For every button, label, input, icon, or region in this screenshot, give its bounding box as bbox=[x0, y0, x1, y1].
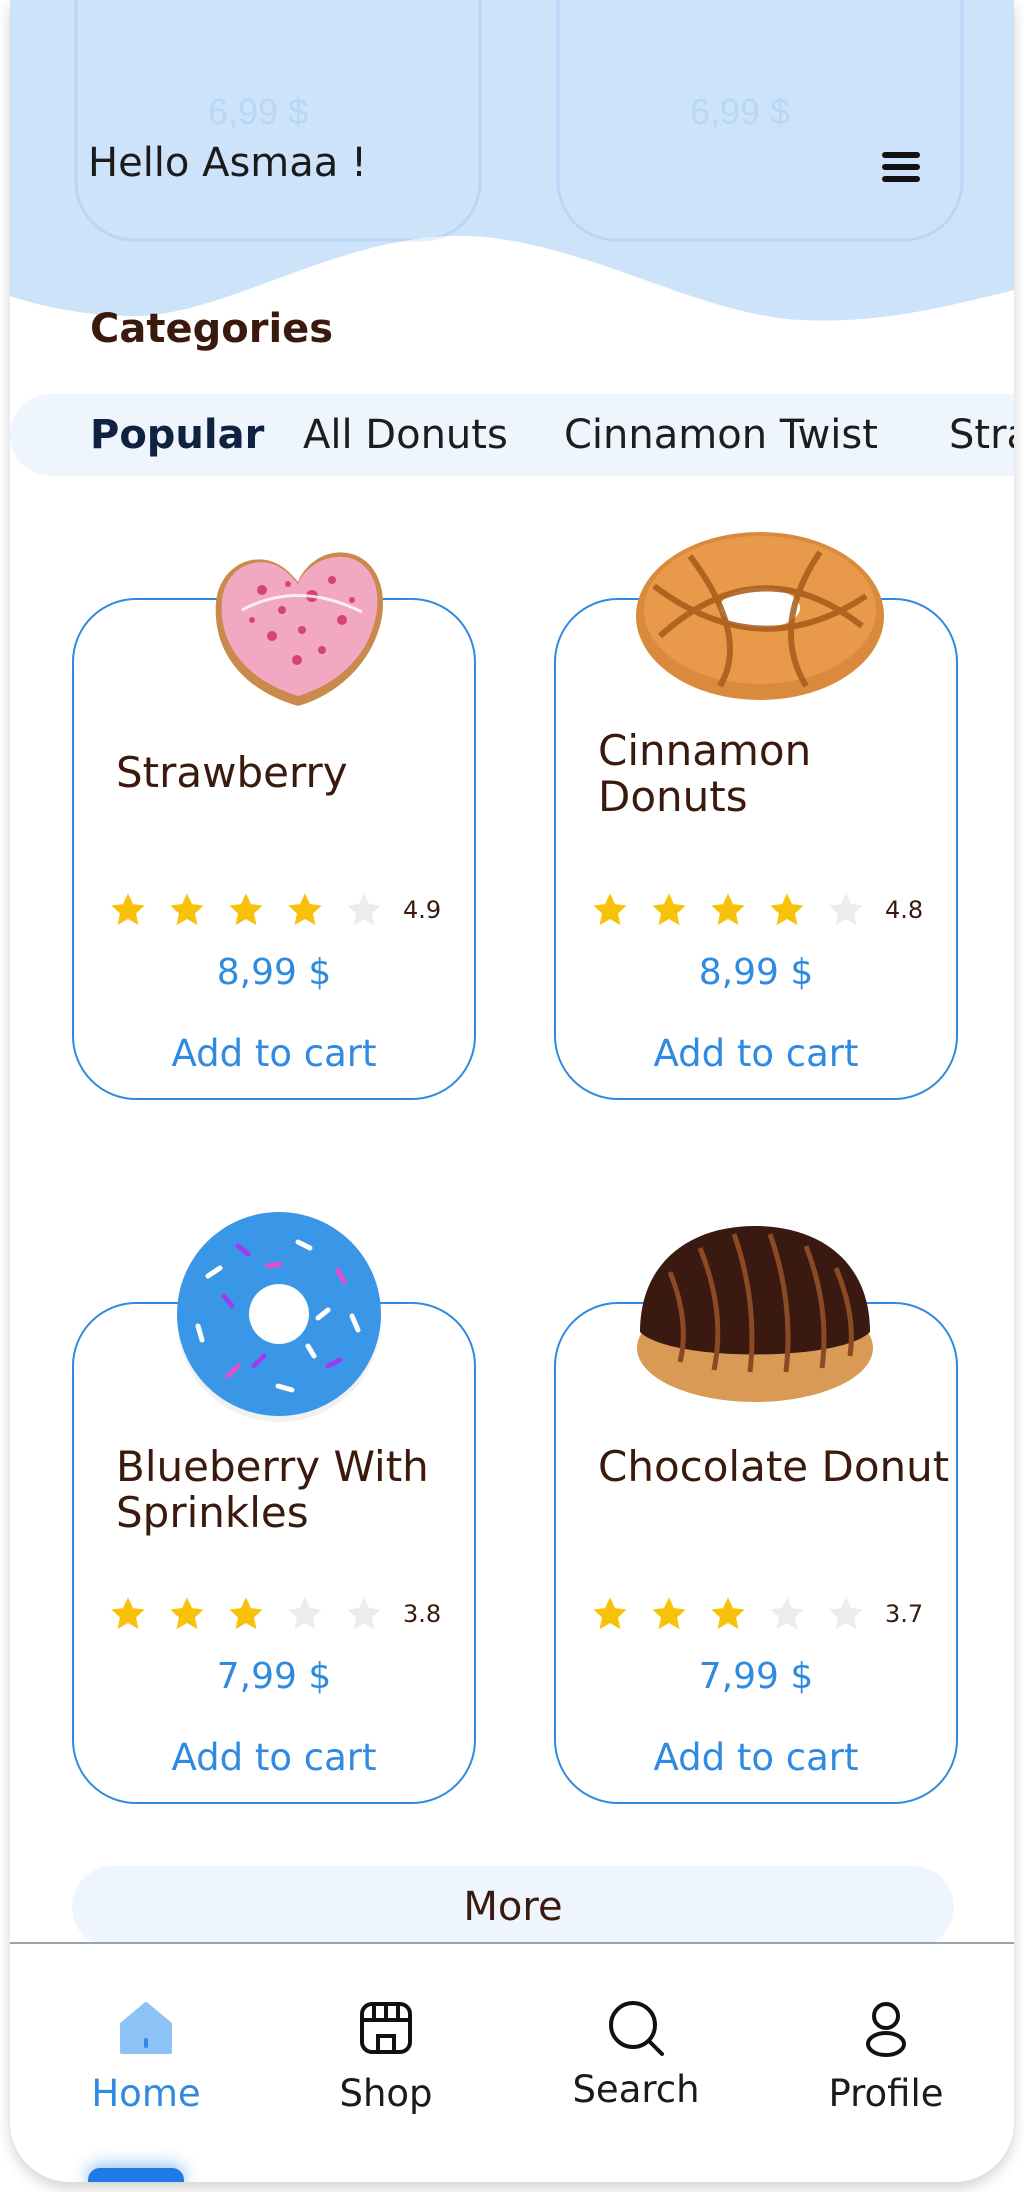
add-to-cart-button[interactable]: Add to cart bbox=[556, 1032, 956, 1075]
more-button[interactable]: More bbox=[72, 1866, 954, 1948]
rating-value: 4.8 bbox=[885, 896, 924, 924]
active-tab-indicator bbox=[88, 2168, 184, 2182]
add-to-cart-button[interactable]: Add to cart bbox=[74, 1032, 474, 1075]
shop-icon bbox=[360, 2002, 412, 2054]
star-empty-icon bbox=[347, 1597, 381, 1630]
app-screen: 6,99 $ 6,99 $ Hello Asmaa ! Categories P… bbox=[10, 0, 1014, 2182]
product-price: 8,99 $ bbox=[216, 952, 332, 993]
nav-home-label: Home bbox=[91, 2072, 201, 2115]
chocolate-drizzle-donut-image bbox=[637, 1226, 873, 1402]
product-name: Blueberry With Sprinkles bbox=[116, 1442, 429, 1537]
rating-stars: 4.9 bbox=[108, 890, 441, 930]
greeting-text: Hello Asmaa ! bbox=[88, 140, 368, 186]
star-filled-icon bbox=[652, 1597, 686, 1630]
star-filled-icon bbox=[229, 893, 263, 926]
cinnamon-glazed-donut-image bbox=[636, 532, 884, 700]
rating-stars: 3.8 bbox=[108, 1594, 441, 1634]
star-filled-icon bbox=[711, 893, 745, 926]
nav-search[interactable]: Search bbox=[536, 1944, 736, 2144]
product-name: Cinnamon Donuts bbox=[598, 726, 812, 821]
hamburger-menu-icon[interactable] bbox=[882, 152, 920, 182]
nav-shop-label: Shop bbox=[339, 2072, 433, 2115]
add-to-cart-button[interactable]: Add to cart bbox=[556, 1736, 956, 1779]
star-filled-icon bbox=[229, 1597, 263, 1630]
product-name: Chocolate Donut bbox=[598, 1442, 950, 1491]
categories-title: Categories bbox=[90, 306, 334, 352]
product-price: 8,99 $ bbox=[698, 952, 814, 993]
rating-value: 3.8 bbox=[403, 1600, 442, 1628]
svg-text:6,99 $: 6,99 $ bbox=[690, 91, 790, 132]
svg-text:6,99 $: 6,99 $ bbox=[208, 91, 308, 132]
rating-stars: 4.8 bbox=[590, 890, 923, 930]
star-empty-icon bbox=[829, 1597, 863, 1630]
star-filled-icon bbox=[593, 893, 627, 926]
product-name: Strawberry bbox=[116, 748, 348, 797]
star-empty-icon bbox=[829, 893, 863, 926]
category-tabs: Popular All Donuts Cinnamon Twist Strawb… bbox=[10, 394, 1014, 476]
blue-sprinkle-donut-image bbox=[177, 1212, 381, 1422]
nav-profile-label: Profile bbox=[828, 2072, 944, 2115]
home-icon bbox=[120, 2002, 172, 2054]
star-empty-icon bbox=[770, 1597, 804, 1630]
tab-cinnamon-twist[interactable]: Cinnamon Twist bbox=[564, 412, 878, 458]
tab-strawberry[interactable]: Strawberry bbox=[949, 412, 1014, 458]
star-filled-icon bbox=[770, 893, 804, 926]
search-icon bbox=[609, 2001, 664, 2056]
product-price: 7,99 $ bbox=[216, 1656, 332, 1697]
tab-popular[interactable]: Popular bbox=[90, 412, 264, 458]
add-to-cart-button[interactable]: Add to cart bbox=[74, 1736, 474, 1779]
product-price: 7,99 $ bbox=[698, 1656, 814, 1697]
tab-all-donuts[interactable]: All Donuts bbox=[303, 412, 508, 458]
star-filled-icon bbox=[170, 893, 204, 926]
rating-value: 4.9 bbox=[403, 896, 442, 924]
pink-heart-donut-image bbox=[215, 552, 383, 706]
nav-home[interactable]: Home bbox=[46, 1944, 246, 2144]
star-empty-icon bbox=[347, 893, 381, 926]
star-filled-icon bbox=[711, 1597, 745, 1630]
rating-value: 3.7 bbox=[885, 1600, 924, 1628]
star-empty-icon bbox=[288, 1597, 322, 1630]
nav-shop[interactable]: Shop bbox=[286, 1944, 486, 2144]
nav-search-label: Search bbox=[572, 2068, 700, 2111]
star-filled-icon bbox=[111, 893, 145, 926]
rating-stars: 3.7 bbox=[590, 1594, 923, 1634]
star-filled-icon bbox=[111, 1597, 145, 1630]
star-filled-icon bbox=[593, 1597, 627, 1630]
profile-icon bbox=[866, 2002, 906, 2057]
star-filled-icon bbox=[288, 893, 322, 926]
star-filled-icon bbox=[652, 893, 686, 926]
nav-profile[interactable]: Profile bbox=[786, 1944, 986, 2144]
star-filled-icon bbox=[170, 1597, 204, 1630]
bottom-navigation: Home Shop Search Profile bbox=[10, 1942, 1014, 2182]
